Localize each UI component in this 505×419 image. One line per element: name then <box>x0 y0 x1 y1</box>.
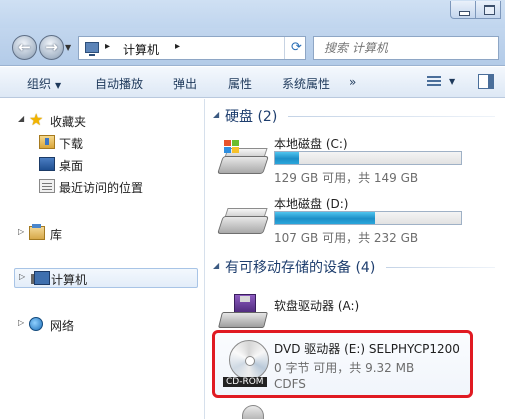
organize-label: 组织 <box>27 77 52 91</box>
breadcrumb-separator-icon[interactable]: ▸ <box>105 41 110 52</box>
drive-usage-fill <box>275 212 376 224</box>
tree-item-libraries[interactable]: ▷ 库 <box>18 224 198 244</box>
drive-item-dvd[interactable]: CD-ROM DVD 驱动器 (E:) SELPHYCP1200 0 字节 可用… <box>212 330 473 398</box>
system-properties-button[interactable]: 系统属性 <box>282 75 330 92</box>
tree-item-recent-places[interactable]: 最近访问的位置 <box>18 177 198 197</box>
desktop-icon <box>39 157 55 171</box>
refresh-icon: ⟳ <box>291 40 302 55</box>
tree-item-label: 桌面 <box>59 159 84 173</box>
autoplay-button[interactable]: 自动播放 <box>95 75 143 92</box>
system-drive-icon <box>217 140 269 180</box>
properties-button[interactable]: 属性 <box>228 75 252 92</box>
organize-button[interactable]: 组织 ▼ <box>27 75 61 92</box>
dropdown-arrow-icon: ▼ <box>55 81 62 90</box>
tree-item-label: 库 <box>50 228 63 242</box>
forward-button[interactable]: → <box>39 35 64 60</box>
tree-item-label: 下载 <box>59 137 84 151</box>
drive-item-c[interactable]: 本地磁盘 (C:) 129 GB 可用，共 149 GB <box>206 134 501 192</box>
tree-item-network[interactable]: ▷ 网络 <box>18 315 198 335</box>
group-divider <box>288 116 495 117</box>
network-icon <box>29 317 43 331</box>
expand-icon[interactable]: ▷ <box>18 227 24 236</box>
recent-places-icon <box>39 179 55 193</box>
drive-item-d[interactable]: 本地磁盘 (D:) 107 GB 可用，共 232 GB <box>206 194 501 252</box>
search-box[interactable] <box>313 36 499 60</box>
tree-item-downloads[interactable]: 下载 <box>18 133 198 153</box>
title-bar <box>0 0 505 28</box>
group-header-removable[interactable]: ◢ 有可移动存储的设备 (4) <box>206 256 501 278</box>
tree-item-desktop[interactable]: 桌面 <box>18 155 198 175</box>
tree-item-computer[interactable]: ▷ 计算机 <box>14 268 198 288</box>
address-row: ← → ▼ ▸ 计算机 ▸ ▼ ⟳ <box>0 28 505 66</box>
drive-usage-bar <box>274 211 462 225</box>
drive-name: DVD 驱动器 (E:) SELPHYCP1200 <box>274 342 460 356</box>
view-options-dropdown-icon[interactable]: ▼ <box>449 77 455 86</box>
star-icon: ★ <box>29 110 44 129</box>
tree-item-label: 最近访问的位置 <box>59 181 144 195</box>
eject-button[interactable]: 弹出 <box>173 75 197 92</box>
collapse-group-icon[interactable]: ◢ <box>213 261 219 270</box>
recent-pages-dropdown[interactable]: ▼ <box>65 43 71 52</box>
maximize-button[interactable] <box>475 1 501 19</box>
navigation-pane: ◢ ★ 收藏夹 下载 桌面 最近访问的位置 ▷ 库 ▷ 计算机 ▷ 网络 <box>0 99 205 419</box>
cd-rom-badge: CD-ROM <box>223 377 267 387</box>
change-view-icon[interactable] <box>427 76 441 88</box>
drive-name: 本地磁盘 (C:) <box>274 137 348 151</box>
search-input[interactable] <box>324 40 484 56</box>
explorer-window: ← → ▼ ▸ 计算机 ▸ ▼ ⟳ 组织▼ 自动播放 弹出 属性 系统属性 » … <box>0 0 505 419</box>
drive-free-space: 0 字节 可用，共 9.32 MB <box>274 361 415 375</box>
group-title: 有可移动存储的设备 (4) <box>225 260 376 276</box>
group-header-hard-disks[interactable]: ◢ 硬盘 (2) <box>206 105 501 127</box>
drive-usage-bar <box>274 151 462 165</box>
drive-free-space: 107 GB 可用，共 232 GB <box>274 231 419 245</box>
drive-usage-fill <box>275 152 300 164</box>
floppy-drive-icon <box>218 294 268 332</box>
expand-icon[interactable]: ▷ <box>19 272 25 281</box>
minimize-button[interactable] <box>450 1 476 19</box>
computer-icon <box>31 271 50 285</box>
drive-filesystem: CDFS <box>274 377 306 391</box>
tree-item-label: 网络 <box>50 319 75 333</box>
windows-logo-icon <box>224 140 240 154</box>
group-title: 硬盘 (2) <box>225 109 278 125</box>
refresh-button[interactable]: ⟳ <box>284 37 308 59</box>
expand-icon[interactable]: ▷ <box>18 318 24 327</box>
drive-name: 本地磁盘 (D:) <box>274 197 349 211</box>
drive-free-space: 129 GB 可用，共 149 GB <box>274 171 419 185</box>
computer-icon <box>85 42 99 56</box>
preview-pane-icon[interactable] <box>478 74 494 89</box>
back-button[interactable]: ← <box>12 35 37 60</box>
drive-name: 软盘驱动器 (A:) <box>274 299 360 313</box>
group-divider <box>386 267 495 268</box>
command-bar: 组织 ▼ 自动播放 弹出 属性 系统属性 » ▼ <box>0 67 505 98</box>
address-bar[interactable]: ▸ 计算机 ▸ ▼ <box>78 36 354 60</box>
hard-drive-icon <box>217 202 269 240</box>
collapse-group-icon[interactable]: ◢ <box>213 110 219 119</box>
downloads-folder-icon <box>39 135 55 149</box>
tree-item-label: 收藏夹 <box>50 115 87 129</box>
breadcrumb-computer[interactable]: 计算机 <box>123 41 159 58</box>
collapse-icon[interactable]: ◢ <box>18 114 24 123</box>
forward-arrow-icon: → <box>45 38 58 56</box>
breadcrumb-separator-icon[interactable]: ▸ <box>175 41 180 52</box>
drive-item-floppy[interactable]: 软盘驱动器 (A:) <box>206 286 501 330</box>
cd-rom-disc-icon <box>229 340 269 380</box>
more-commands-button[interactable]: » <box>349 75 356 89</box>
tree-item-favorites[interactable]: ◢ ★ 收藏夹 <box>18 111 198 131</box>
back-arrow-icon: ← <box>18 38 31 56</box>
tree-item-label: 计算机 <box>51 273 88 287</box>
libraries-icon <box>29 224 45 240</box>
